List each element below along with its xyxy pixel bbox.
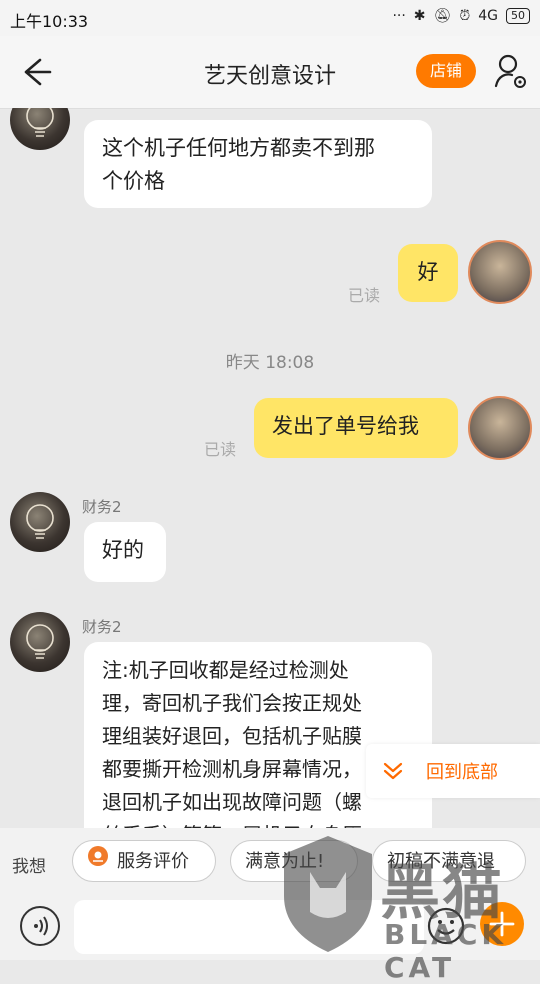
message-bubble[interactable]: 注:机子回收都是经过检测处 理，寄回机子我们会按正规处 理组装好退回，包括机子贴…	[84, 642, 432, 828]
double-chevron-down-icon	[383, 762, 403, 780]
lightbulb-icon	[26, 624, 54, 659]
emoji-icon	[427, 907, 465, 945]
chip-label: 服务评价	[117, 851, 189, 872]
status-time: 上午10:33	[10, 12, 89, 31]
user-settings-button[interactable]	[494, 52, 528, 92]
status-bar: 上午10:33 ··· ✱ 🔕︎ ⏰︎ 4G 50	[0, 0, 540, 36]
flower-icon	[87, 841, 109, 881]
read-receipt: 已读	[204, 440, 237, 459]
sender-name: 财务2	[82, 498, 122, 516]
chip-label: 初稿不满意退	[387, 851, 495, 872]
my-avatar[interactable]	[468, 396, 532, 460]
alarm-icon: ⏰︎	[459, 8, 471, 24]
message-text: 好的	[102, 538, 144, 562]
emoji-button[interactable]	[426, 906, 466, 946]
chat-header: 艺天创意设计 店铺	[0, 36, 540, 109]
read-receipt: 已读	[348, 286, 381, 305]
message-bubble[interactable]: 发出了单号给我	[254, 398, 458, 458]
chip-label: 满意为止!	[245, 851, 325, 872]
mute-icon: 🔕︎	[433, 8, 452, 24]
more-actions-button[interactable]	[480, 902, 524, 946]
quick-reply-bar: 我想 服务评价 满意为止! 初稿不满意退	[0, 828, 540, 896]
message-bubble[interactable]: 好的	[84, 522, 166, 582]
signal-label: 4G	[478, 8, 498, 24]
message-text: 个价格	[102, 169, 165, 193]
shop-button[interactable]: 店铺	[416, 54, 476, 88]
quick-reply-chip[interactable]: 服务评价	[72, 840, 216, 882]
message-input[interactable]	[74, 900, 424, 954]
avatar[interactable]	[10, 612, 70, 672]
back-arrow-icon	[24, 58, 52, 86]
bluetooth-icon: ✱	[413, 8, 426, 24]
back-button[interactable]	[20, 52, 60, 92]
status-icons: ··· ✱ 🔕︎ ⏰︎ 4G 50	[392, 8, 530, 24]
voice-icon	[34, 916, 48, 936]
avatar[interactable]	[10, 108, 70, 150]
more-icon: ···	[392, 8, 406, 24]
battery-icon: 50	[506, 8, 530, 24]
message-text: 这个机子任何地方都卖不到那	[102, 136, 375, 160]
quick-reply-chip[interactable]: 满意为止!	[230, 840, 358, 882]
input-bar	[0, 896, 540, 960]
chat-area[interactable]: 这个机子任何地方都卖不到那 个价格 已读 好 昨天 18:08 已读 发出了单号…	[0, 108, 540, 828]
sender-name: 财务2	[82, 618, 122, 636]
scroll-to-bottom-label: 回到底部	[426, 762, 498, 783]
message-line: 注:机子回收都是经过检测处	[102, 658, 349, 682]
lightbulb-icon	[26, 504, 54, 539]
message-text: 好	[417, 260, 439, 284]
message-bubble[interactable]: 这个机子任何地方都卖不到那 个价格	[84, 120, 432, 208]
voice-input-button[interactable]	[20, 906, 60, 946]
quick-reply-lead: 我想	[12, 857, 46, 877]
message-line: 理，寄回机子我们会按正规处	[102, 691, 362, 715]
message-line: 丝丢手）等等，屈机子自身原	[102, 819, 414, 828]
lightbulb-icon	[26, 108, 54, 137]
message-text: 发出了单号给我	[272, 414, 419, 438]
my-avatar[interactable]	[468, 240, 532, 304]
scroll-to-bottom-button[interactable]: 回到底部	[366, 744, 540, 798]
plus-icon	[489, 911, 515, 937]
quick-reply-chip[interactable]: 初稿不满意退	[372, 840, 526, 882]
user-settings-icon	[494, 54, 526, 88]
timestamp: 昨天 18:08	[225, 353, 315, 373]
message-bubble[interactable]: 好	[398, 244, 458, 302]
avatar[interactable]	[10, 492, 70, 552]
